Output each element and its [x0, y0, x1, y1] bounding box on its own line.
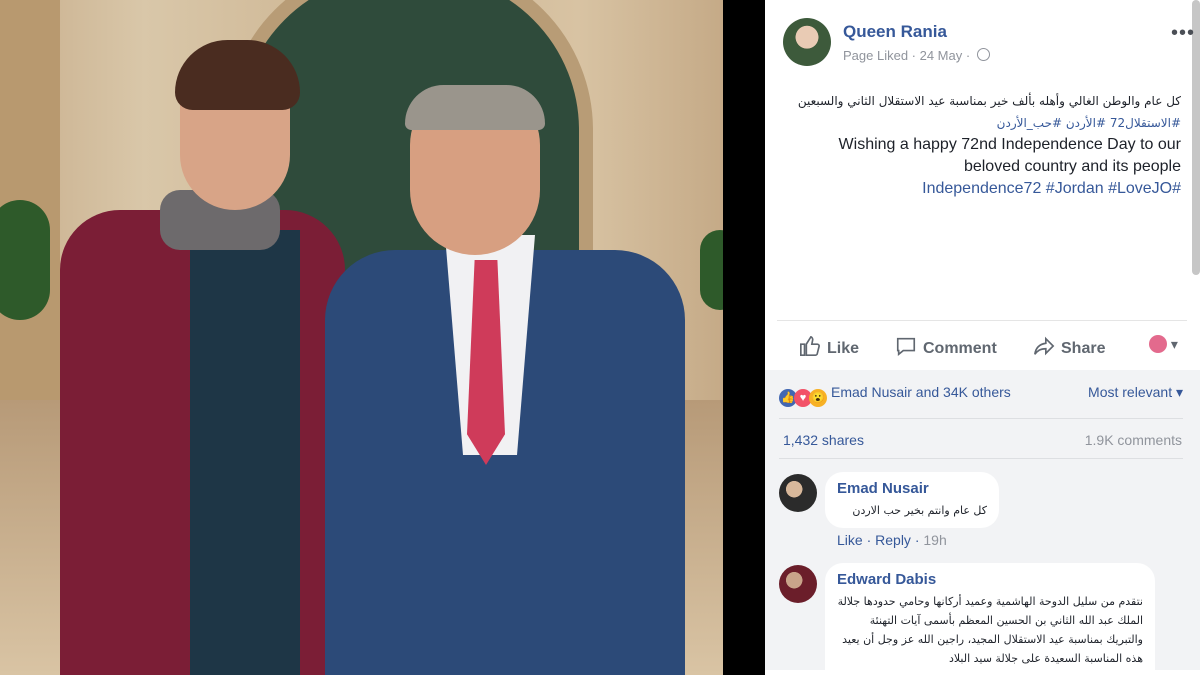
wow-reaction-icon: 😮 [809, 389, 827, 407]
comments-count[interactable]: 1.9K comments [1085, 432, 1182, 448]
comment-bubble: Edward Dabis نتقدم من سليل الدوحة الهاشم… [825, 563, 1155, 675]
share-icon [1034, 336, 1055, 356]
profile-reaction-icon [1149, 335, 1167, 353]
divider [779, 418, 1183, 419]
shares-count[interactable]: 1,432 shares [783, 432, 864, 448]
post-actions: Like Comment Share ▾ [777, 320, 1187, 371]
photo-woman [60, 40, 345, 675]
comment-author[interactable]: Emad Nusair [837, 480, 987, 497]
comment-reply-link[interactable]: Reply [875, 532, 911, 548]
avatar[interactable] [779, 565, 817, 603]
reaction-picker[interactable]: ▾ [1149, 335, 1178, 353]
comment-time[interactable]: 19h [923, 532, 946, 548]
comment-label: Comment [923, 340, 997, 357]
photo-man [325, 85, 685, 675]
photo-plant [0, 200, 50, 320]
post-hashtags-english[interactable]: Independence72 #Jordan #LoveJO# [783, 178, 1181, 200]
reactions-names[interactable]: Emad Nusair and 34K others [831, 384, 1011, 400]
chevron-down-icon: ▾ [1170, 336, 1178, 352]
divider [779, 458, 1183, 459]
post-header: Queen Rania Page Liked · 24 May · ••• [783, 18, 1194, 70]
thumbs-up-icon [800, 336, 820, 356]
share-button[interactable]: Share [1033, 335, 1105, 358]
comment-actions: Like · Reply · 19h [837, 532, 947, 548]
like-label: Like [827, 340, 860, 357]
page-avatar[interactable] [783, 18, 831, 66]
post-text: كل عام والوطن الغالي وأهله بألف خير بمنا… [783, 90, 1181, 200]
viewer-gap [723, 0, 765, 675]
reactions-summary: 👍 ♥ 😮 Emad Nusair and 34K others Most relev… [779, 384, 1183, 407]
sort-dropdown[interactable]: Most relevant ▾ [1088, 384, 1183, 401]
like-button[interactable]: Like [799, 335, 859, 358]
post-panel: Queen Rania Page Liked · 24 May · ••• كل… [765, 0, 1200, 675]
photo-plant [700, 230, 723, 310]
post-meta-text: Page Liked · 24 May · [843, 48, 971, 63]
comment-bubble: Emad Nusair كل عام وانتم بخير حب الاردن [825, 472, 999, 528]
post-hashtags-arabic[interactable]: #الاستقلال72 #الأردن #حب_الأردن [783, 112, 1181, 134]
comment-button[interactable]: Comment [895, 335, 997, 358]
post-text-english: Wishing a happy 72nd Independence Day to… [838, 136, 1181, 175]
comment-body: نتقدم من سليل الدوحة الهاشمية وعميد أركا… [837, 595, 1143, 665]
comment-body: كل عام وانتم بخير حب الاردن [852, 504, 987, 517]
more-options-icon[interactable]: ••• [1171, 22, 1195, 45]
post-meta: Page Liked · 24 May · [843, 48, 990, 63]
post-text-arabic: كل عام والوطن الغالي وأهله بألف خير بمنا… [797, 94, 1181, 108]
share-label: Share [1061, 340, 1106, 357]
globe-icon [976, 48, 990, 61]
avatar[interactable] [779, 474, 817, 512]
post-photo[interactable] [0, 0, 723, 675]
comment-like-link[interactable]: Like [837, 532, 863, 548]
page-name[interactable]: Queen Rania [843, 22, 947, 42]
reactions-section: 👍 ♥ 😮 Emad Nusair and 34K others Most relev… [765, 370, 1200, 675]
comment-author[interactable]: Edward Dabis [837, 571, 1143, 588]
comment-icon [896, 337, 916, 356]
